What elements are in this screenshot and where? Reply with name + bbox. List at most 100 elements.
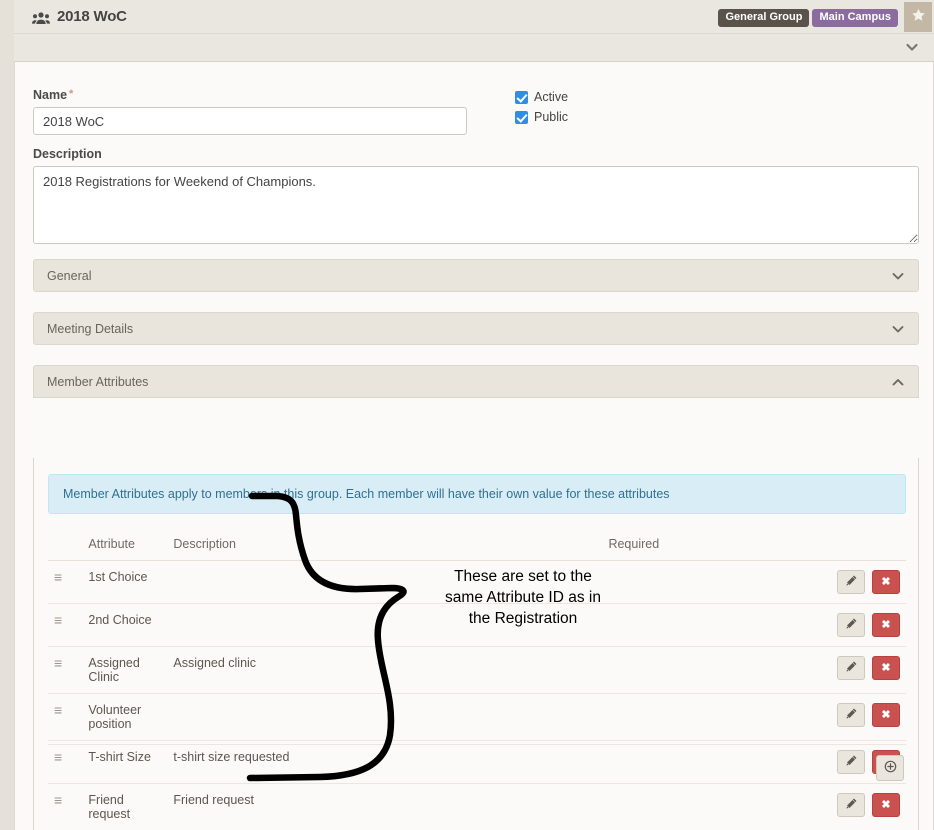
- left-gutter: [0, 0, 14, 830]
- favorite-star-button[interactable]: [904, 2, 932, 32]
- edit-attribute-button[interactable]: [837, 793, 865, 817]
- star-icon: [911, 8, 926, 26]
- drag-handle-icon[interactable]: ≡: [54, 703, 62, 717]
- chevron-up-icon[interactable]: [890, 374, 906, 390]
- page-title-text: 2018 WoC: [57, 8, 127, 25]
- edit-attribute-button[interactable]: [837, 570, 865, 594]
- cell-attribute: Friend request: [82, 784, 167, 830]
- col-header-attribute: Attribute: [82, 534, 167, 561]
- badge-campus[interactable]: Main Campus: [812, 9, 898, 27]
- row-drag-cell[interactable]: ≡: [48, 561, 82, 604]
- close-x-icon: ✖: [881, 709, 890, 721]
- required-marker: *: [69, 88, 73, 100]
- close-x-icon: ✖: [881, 576, 890, 588]
- table-row: ≡2nd Choice✖: [48, 604, 906, 647]
- drag-handle-icon[interactable]: ≡: [54, 750, 62, 764]
- member-attributes-table: Attribute Description Required ≡ 1st Choi…: [48, 534, 906, 830]
- edit-attribute-button[interactable]: [837, 656, 865, 680]
- member-attributes-body: Member Attributes apply to members in th…: [33, 458, 919, 830]
- cell-actions: ✖: [785, 604, 906, 647]
- header-badges: General Group Main Campus: [718, 9, 898, 27]
- drag-handle-icon[interactable]: ≡: [54, 793, 62, 807]
- cell-description: [167, 561, 602, 604]
- table-body: ≡1st Choice✖≡2nd Choice✖≡Assigned Clinic…: [48, 561, 906, 830]
- drag-handle-icon[interactable]: ≡: [54, 656, 62, 670]
- col-header-actions: [785, 534, 906, 561]
- delete-attribute-button[interactable]: ✖: [872, 793, 900, 817]
- delete-attribute-button[interactable]: ✖: [872, 656, 900, 680]
- group-form: Name* Active Public Description: [33, 88, 919, 247]
- table-row: ≡ 1st Choice ✖: [48, 561, 906, 604]
- row-drag-cell[interactable]: ≡: [48, 647, 82, 694]
- accordion-meeting-details-label: Meeting Details: [47, 322, 133, 336]
- badge-group-type[interactable]: General Group: [718, 9, 809, 27]
- cell-description: t-shirt size requested: [167, 741, 602, 784]
- table-header-row: Attribute Description Required: [48, 534, 906, 561]
- table-footer-divider: [48, 744, 906, 745]
- cell-actions: ✖: [785, 561, 906, 604]
- cell-description: Friend request: [167, 784, 602, 830]
- delete-attribute-button[interactable]: ✖: [872, 703, 900, 727]
- edit-attribute-button[interactable]: [837, 613, 865, 637]
- edit-attribute-button[interactable]: [837, 703, 865, 727]
- drag-handle-icon[interactable]: ≡: [54, 613, 62, 627]
- cell-attribute: T-shirt Size: [82, 741, 167, 784]
- row-drag-cell[interactable]: ≡: [48, 741, 82, 784]
- accordion-member-attributes[interactable]: Member Attributes: [33, 365, 919, 398]
- active-checkbox-label: Active: [534, 90, 568, 104]
- cell-attribute: 1st Choice: [82, 561, 167, 604]
- accordion-general[interactable]: General: [33, 259, 919, 292]
- description-textarea[interactable]: 2018 Registrations for Weekend of Champi…: [33, 166, 919, 244]
- col-header-description: Description: [167, 534, 602, 561]
- cell-required: [602, 741, 784, 784]
- name-field-group: Name*: [33, 88, 485, 135]
- row-drag-cell[interactable]: ≡: [48, 694, 82, 741]
- name-and-flags-row: Name* Active Public: [33, 88, 919, 135]
- cell-attribute: Assigned Clinic: [82, 647, 167, 694]
- cell-required: [602, 694, 784, 741]
- public-checkbox-label: Public: [534, 110, 568, 124]
- window-header: 2018 WoC General Group Main Campus: [14, 0, 934, 34]
- close-x-icon: ✖: [881, 799, 890, 811]
- active-checkbox-row[interactable]: Active: [515, 90, 568, 104]
- close-x-icon: ✖: [881, 619, 890, 631]
- cell-required: [602, 784, 784, 830]
- description-field-group: Description 2018 Registrations for Weeke…: [33, 147, 919, 247]
- public-checkbox-row[interactable]: Public: [515, 110, 568, 124]
- accordion-meeting-details[interactable]: Meeting Details: [33, 312, 919, 345]
- public-checkbox[interactable]: [515, 111, 528, 124]
- name-label-text: Name: [33, 88, 67, 102]
- cell-required: [602, 604, 784, 647]
- accordion-general-label: General: [47, 269, 91, 283]
- accordion-member-attributes-label: Member Attributes: [47, 375, 148, 389]
- cell-actions: ✖: [785, 784, 906, 830]
- chevron-down-icon[interactable]: [890, 268, 906, 284]
- cell-actions: ✖: [785, 647, 906, 694]
- row-drag-cell[interactable]: ≡: [48, 784, 82, 830]
- name-input[interactable]: [33, 107, 467, 135]
- delete-attribute-button[interactable]: ✖: [872, 570, 900, 594]
- active-checkbox[interactable]: [515, 91, 528, 104]
- table-row: ≡T-shirt Sizet-shirt size requested✖: [48, 741, 906, 784]
- cell-description: Assigned clinic: [167, 647, 602, 694]
- row-drag-cell[interactable]: ≡: [48, 604, 82, 647]
- drag-handle-icon[interactable]: ≡: [54, 570, 62, 584]
- group-users-icon: [32, 11, 50, 25]
- plus-circle-icon: [884, 760, 897, 776]
- delete-attribute-button[interactable]: ✖: [872, 613, 900, 637]
- edit-attribute-button[interactable]: [837, 750, 865, 774]
- add-attribute-button[interactable]: [876, 755, 904, 781]
- info-alert: Member Attributes apply to members in th…: [48, 474, 906, 514]
- chevron-down-icon[interactable]: [904, 39, 920, 55]
- flags-group: Active Public: [515, 88, 568, 130]
- info-alert-text: Member Attributes apply to members in th…: [63, 487, 670, 501]
- page-root: 2018 WoC General Group Main Campus: [0, 0, 934, 830]
- table-row: ≡Volunteer position✖: [48, 694, 906, 741]
- main-panel: Name* Active Public Description: [14, 62, 934, 830]
- page-title: 2018 WoC: [32, 8, 127, 25]
- close-x-icon: ✖: [881, 662, 890, 674]
- cell-actions: ✖: [785, 694, 906, 741]
- col-header-handle: [48, 534, 82, 561]
- name-label: Name*: [33, 88, 485, 102]
- chevron-down-icon[interactable]: [890, 321, 906, 337]
